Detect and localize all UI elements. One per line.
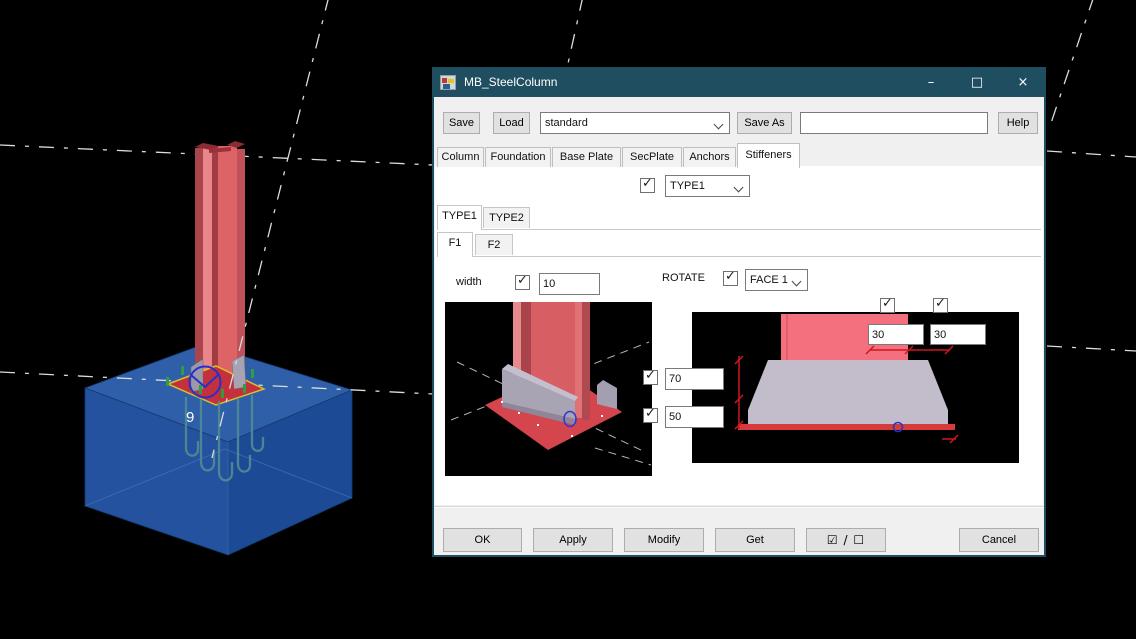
cancel-button[interactable]: Cancel — [959, 528, 1039, 552]
check-icon: ✓ — [935, 296, 946, 311]
section-stiffener — [748, 360, 948, 424]
rotate-face-combobox[interactable]: FACE 1 — [745, 269, 808, 291]
grid-label-9: 9 — [186, 409, 194, 426]
tab-type2[interactable]: TYPE2 — [483, 207, 530, 228]
width-input[interactable] — [539, 273, 600, 295]
preset-combobox[interactable]: standard — [540, 112, 730, 134]
check-icon: ✓ — [725, 269, 736, 284]
steel-column — [195, 141, 245, 392]
modify-button[interactable]: Modify — [624, 528, 704, 552]
rotate-checkbox[interactable]: ✓ — [723, 271, 738, 286]
preset-combobox-value: standard — [545, 117, 588, 129]
help-button[interactable]: Help — [998, 112, 1038, 134]
type-checkbox[interactable]: ✓ — [640, 178, 655, 193]
check-icon: ✓ — [517, 273, 528, 288]
section-base-plate — [738, 424, 955, 430]
rotate-face-combobox-value: FACE 1 — [750, 274, 788, 286]
dim-lower-input[interactable] — [665, 406, 724, 428]
tab-foundation[interactable]: Foundation — [485, 147, 551, 167]
close-icon[interactable]: × — [1000, 67, 1046, 97]
load-button[interactable]: Load — [493, 112, 530, 134]
tab-secplate[interactable]: SecPlate — [622, 147, 682, 167]
tab-anchors[interactable]: Anchors — [683, 147, 736, 167]
tab-type1[interactable]: TYPE1 — [437, 205, 482, 230]
check-icon: ✓ — [645, 406, 656, 421]
save-as-name-field[interactable] — [800, 112, 988, 134]
tab-stiffeners[interactable]: Stiffeners — [737, 143, 800, 168]
screen: 9 MB_SteelColumn – □ × Save Load standar… — [0, 0, 1136, 639]
dim-lower-checkbox[interactable]: ✓ — [643, 408, 658, 423]
tab-f1[interactable]: F1 — [437, 232, 473, 257]
ok-button[interactable]: OK — [443, 528, 522, 552]
tab-column[interactable]: Column — [437, 147, 484, 167]
dim-offset-a-checkbox[interactable]: ✓ — [880, 298, 895, 313]
dim-offset-a-input[interactable] — [868, 324, 924, 345]
width-label: width — [456, 276, 482, 288]
maximize-icon[interactable]: □ — [954, 67, 1000, 97]
stiffener-3d-preview — [445, 302, 652, 476]
check-icon: ✓ — [645, 368, 656, 383]
dim-offset-b-input[interactable] — [930, 324, 986, 345]
dim-upper-input[interactable] — [665, 368, 724, 390]
dim-upper-checkbox[interactable]: ✓ — [643, 370, 658, 385]
tab-f2[interactable]: F2 — [475, 234, 513, 255]
type-combobox-value: TYPE1 — [670, 180, 705, 192]
type-combobox[interactable]: TYPE1 — [665, 175, 750, 197]
dialog-mb-steelcolumn: MB_SteelColumn – □ × Save Load standard … — [432, 67, 1046, 557]
get-button[interactable]: Get — [715, 528, 795, 552]
app-icon — [440, 75, 456, 90]
minimize-icon[interactable]: – — [908, 67, 954, 97]
tab-base-plate[interactable]: Base Plate — [552, 147, 621, 167]
check-icon: ✓ — [642, 176, 653, 191]
preview-stiffener-right — [597, 380, 617, 409]
window-title: MB_SteelColumn — [464, 75, 557, 89]
save-button[interactable]: Save — [443, 112, 480, 134]
title-bar[interactable]: MB_SteelColumn – □ × — [432, 67, 1046, 97]
width-checkbox[interactable]: ✓ — [515, 275, 530, 290]
save-as-button[interactable]: Save As — [737, 112, 792, 134]
footer-bar: OK Apply Modify Get ☑ / ☐ Cancel — [434, 506, 1044, 555]
apply-button[interactable]: Apply — [533, 528, 613, 552]
check-icon: ✓ — [882, 296, 893, 311]
toggle-all-checkboxes-button[interactable]: ☑ / ☐ — [806, 528, 886, 552]
dim-offset-b-checkbox[interactable]: ✓ — [933, 298, 948, 313]
rotate-label: ROTATE — [662, 272, 705, 284]
